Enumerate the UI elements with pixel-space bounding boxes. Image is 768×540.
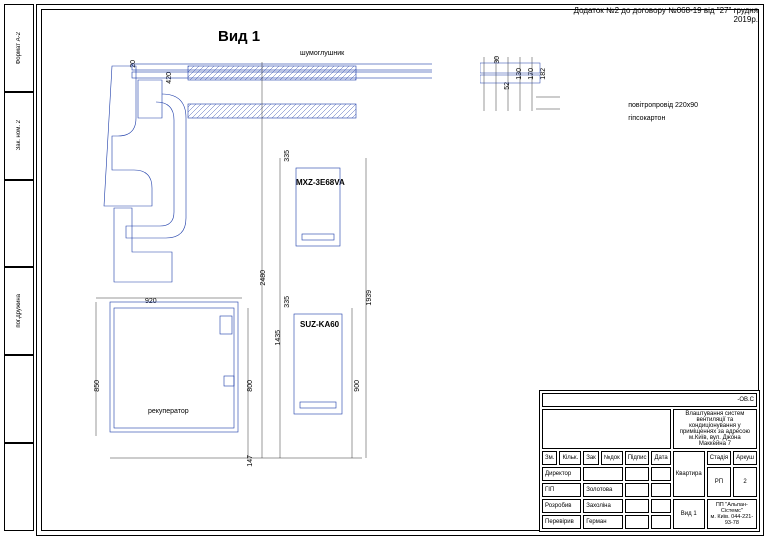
title-block: -ОВ.С Влаштування систем вентиляції та к… (539, 390, 760, 532)
header-line1: Додаток №2 до договору №068-19 від "27" … (574, 6, 758, 15)
tb-desc: Влаштування систем вентиляції та кондиці… (673, 409, 757, 449)
wall-section (480, 55, 560, 115)
left-rail: Формат А-2 Зак. ном. 2 пог.дружина (4, 4, 34, 536)
right-notes: повітропровід 220х90 гіпсокартон (628, 100, 698, 122)
rail-1: Формат А-2 (16, 32, 22, 64)
tb-obj: Квартира (673, 451, 705, 497)
plasterboard-label: гіпсокартон (628, 115, 698, 122)
header-note: Додаток №2 до договору №068-19 від "27" … (574, 6, 758, 24)
silencer-label: шумоглушник (300, 50, 344, 57)
rail-2: Зак. ном. 2 (16, 120, 22, 150)
tb-view: Вид 1 (673, 499, 705, 529)
tb-company: ПП "Альпан-Сістемс" м. Київ. 044-221-93-… (707, 499, 757, 529)
drawing-svg (92, 58, 432, 468)
view-title: Вид 1 (218, 28, 260, 45)
tb-code: -ОВ.С (542, 393, 757, 407)
rail-4: пог.дружина (16, 294, 22, 328)
duct-label: повітропровід 220х90 (628, 102, 698, 109)
header-line2: 2019р. (574, 15, 758, 24)
